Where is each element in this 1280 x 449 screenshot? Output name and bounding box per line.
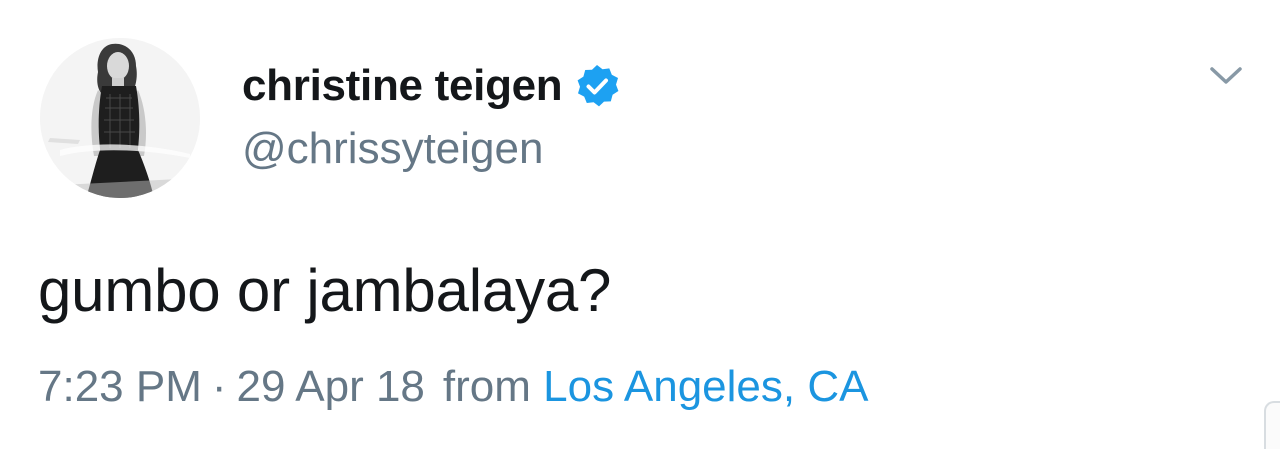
- location-link[interactable]: Los Angeles, CA: [543, 362, 868, 412]
- tweet-text: gumbo or jambalaya?: [38, 257, 612, 324]
- overlay-edge: [1264, 401, 1280, 449]
- meta-separator: ·: [211, 362, 227, 411]
- user-handle[interactable]: @chrissyteigen: [242, 124, 543, 174]
- tweet-date[interactable]: 29 Apr 18: [237, 362, 425, 412]
- tweet-meta: 7:23 PM · 29 Apr 18 from Los Angeles, CA: [38, 362, 868, 412]
- avatar-photo: [40, 38, 200, 198]
- name-row: christine teigen: [242, 56, 620, 116]
- verified-badge-icon: [574, 63, 620, 109]
- tweet-card: christine teigen @chrissyteigen gumbo or…: [0, 0, 1280, 449]
- tweet-time[interactable]: 7:23 PM: [38, 362, 202, 412]
- from-label: from: [442, 362, 531, 411]
- avatar[interactable]: [40, 38, 200, 198]
- chevron-down-icon[interactable]: [1208, 64, 1244, 88]
- display-name[interactable]: christine teigen: [242, 61, 563, 111]
